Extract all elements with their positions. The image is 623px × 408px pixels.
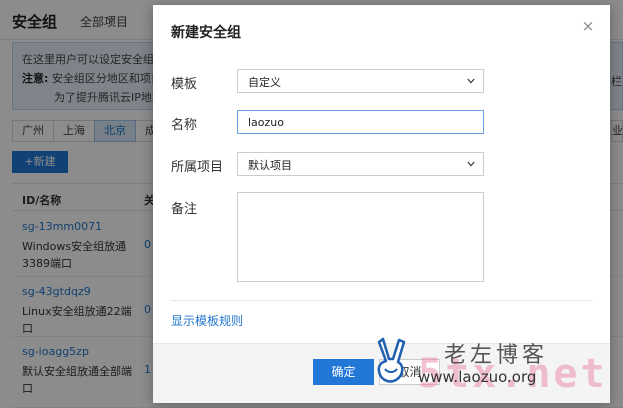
- chevron-down-icon: [467, 78, 475, 84]
- remark-textarea[interactable]: [237, 192, 484, 282]
- project-label: 所属项目: [171, 160, 224, 175]
- template-label: 模板: [171, 77, 198, 92]
- chevron-down-icon: [467, 161, 475, 167]
- dialog-divider: [171, 300, 593, 301]
- name-label: 名称: [171, 118, 198, 133]
- dialog-footer: 确定 取消: [153, 343, 610, 403]
- dialog-title: 新建安全组: [171, 25, 241, 41]
- template-select[interactable]: 自定义: [237, 69, 484, 93]
- create-security-group-dialog: 新建安全组 × 模板 自定义 名称 所属项目 默认项目 备注 显示模板规则 确定…: [153, 5, 610, 403]
- name-input[interactable]: [237, 110, 484, 134]
- remark-label: 备注: [171, 202, 198, 217]
- close-icon[interactable]: ×: [581, 19, 595, 34]
- template-select-value: 自定义: [248, 76, 281, 89]
- confirm-button[interactable]: 确定: [313, 359, 374, 385]
- show-template-rules-link[interactable]: 显示模板规则: [171, 312, 243, 329]
- cancel-button[interactable]: 取消: [379, 359, 440, 385]
- project-select[interactable]: 默认项目: [237, 152, 484, 176]
- project-select-value: 默认项目: [248, 159, 292, 172]
